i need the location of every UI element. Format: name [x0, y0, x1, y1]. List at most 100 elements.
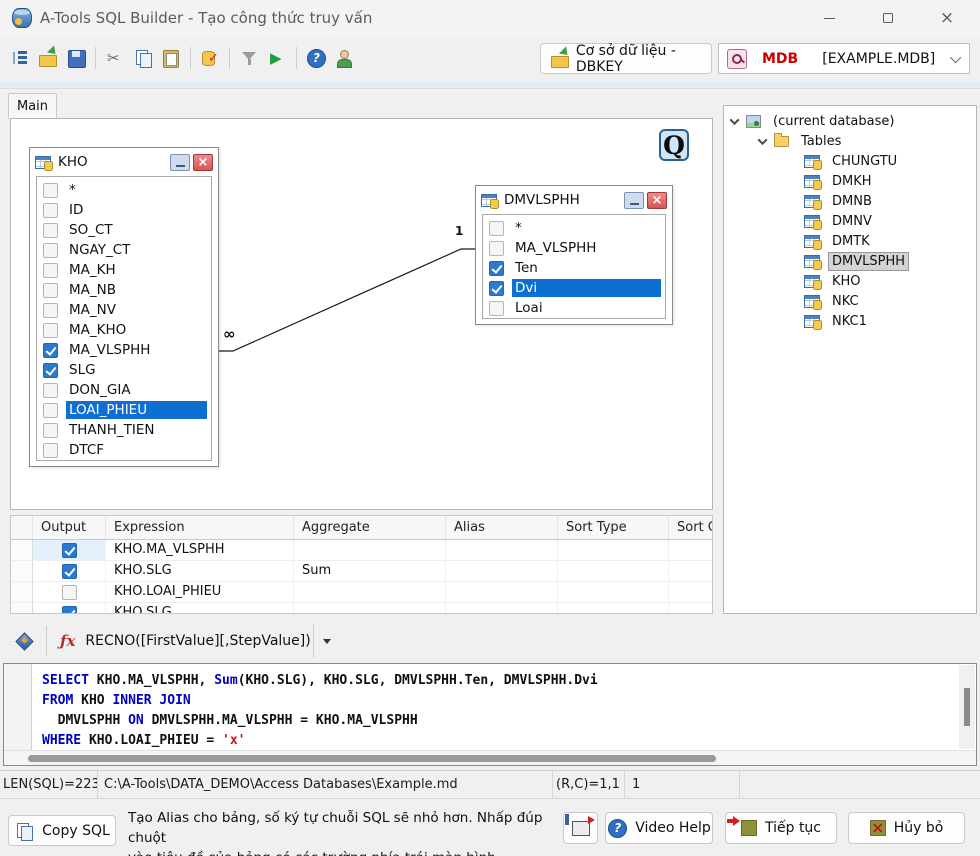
criteria-grid[interactable]: OutputExpressionAggregateAliasSort TypeS… — [10, 515, 713, 614]
table-window-minimize-button[interactable] — [624, 192, 644, 209]
field-row-ngayct[interactable]: NGAY_CT — [37, 240, 211, 260]
tree-item-nkc[interactable]: NKC — [724, 291, 976, 311]
grid-sort-type-cell[interactable] — [558, 582, 669, 602]
grid-aggregate-cell[interactable] — [294, 540, 446, 560]
field-checkbox-loaiphieu[interactable] — [43, 403, 58, 418]
grid-row-1[interactable]: KHO.MA_VLSPHH — [11, 540, 712, 561]
video-help-button[interactable]: Video Help — [605, 812, 713, 844]
field-row-id[interactable]: ID — [37, 200, 211, 220]
grid-sort-type-cell[interactable] — [558, 561, 669, 581]
grid-row-4[interactable]: KHO.SLG — [11, 603, 712, 614]
field-row-star[interactable]: * — [483, 218, 665, 238]
field-row-dvi[interactable]: Dvi — [483, 278, 665, 298]
field-checkbox-manv[interactable] — [43, 303, 58, 318]
scrollbar-thumb[interactable] — [964, 688, 970, 726]
tab-main[interactable]: Main — [8, 93, 57, 119]
paste-button[interactable] — [157, 44, 185, 72]
run-button[interactable] — [263, 44, 291, 72]
field-checkbox-id[interactable] — [43, 203, 58, 218]
support-button[interactable] — [330, 44, 358, 72]
field-row-mavlsphh[interactable]: MA_VLSPHH — [483, 238, 665, 258]
field-row-soct[interactable]: SO_CT — [37, 220, 211, 240]
table-window-minimize-button[interactable] — [170, 154, 190, 171]
field-checkbox-dvi[interactable] — [489, 281, 504, 296]
clear-button[interactable] — [235, 44, 263, 72]
continue-button[interactable]: Tiếp tục — [725, 812, 837, 844]
field-checkbox-soct[interactable] — [43, 223, 58, 238]
field-checkbox-star[interactable] — [489, 221, 504, 236]
sql-vertical-scrollbar[interactable] — [959, 665, 975, 749]
grid-alias-cell[interactable] — [446, 540, 558, 560]
grid-aggregate-cell[interactable] — [294, 582, 446, 602]
field-checkbox-star[interactable] — [43, 183, 58, 198]
grid-row-selector[interactable] — [11, 603, 33, 614]
field-checkbox-mavlsphh[interactable] — [43, 343, 58, 358]
grid-sort-c-cell[interactable] — [669, 603, 712, 614]
tree-item-kho[interactable]: KHO — [724, 271, 976, 291]
grid-sort-type-cell[interactable] — [558, 540, 669, 560]
grid-sort-type-cell[interactable] — [558, 603, 669, 614]
field-row-dongia[interactable]: DON_GIA — [37, 380, 211, 400]
tree-root[interactable]: (current database) — [724, 111, 976, 131]
tree-item-chungtu[interactable]: CHUNGTU — [724, 151, 976, 171]
tree-item-dmvlsphh[interactable]: DMVLSPHH — [724, 251, 976, 271]
grid-row-2[interactable]: KHO.SLGSum — [11, 561, 712, 582]
field-row-makh[interactable]: MA_KH — [37, 260, 211, 280]
grid-row-selector[interactable] — [11, 582, 33, 602]
grid-alias-cell[interactable] — [446, 603, 558, 614]
form-preview-button[interactable] — [563, 812, 598, 844]
grid-sort-c-cell[interactable] — [669, 561, 712, 581]
field-row-ten[interactable]: Ten — [483, 258, 665, 278]
grid-output-cell[interactable] — [33, 603, 106, 614]
database-tree-panel[interactable]: (current database) Tables CHUNGTUDMKHDMN… — [723, 105, 977, 614]
field-checkbox-loai[interactable] — [489, 301, 504, 316]
dropdown-arrow-icon[interactable] — [323, 639, 331, 644]
field-checkbox-thanhtien[interactable] — [43, 423, 58, 438]
grid-header-sort-c[interactable]: Sort C — [669, 516, 712, 539]
table-window-close-button[interactable] — [647, 192, 667, 209]
grid-alias-cell[interactable] — [446, 582, 558, 602]
query-designer-canvas[interactable]: ∞ 1 Q KHO *IDSO_CTNGAY_CTMA_KHMA_NBMA_NV… — [10, 118, 713, 510]
tree-item-dmnb[interactable]: DMNB — [724, 191, 976, 211]
scrollbar-thumb[interactable] — [28, 755, 716, 762]
open-button[interactable] — [34, 44, 62, 72]
output-checkbox[interactable] — [62, 606, 77, 614]
field-row-makho[interactable]: MA_KHO — [37, 320, 211, 340]
maximize-button[interactable] — [865, 2, 911, 34]
field-row-star[interactable]: * — [37, 180, 211, 200]
copy-sql-button[interactable]: Copy SQL — [8, 815, 116, 846]
table-window-kho[interactable]: KHO *IDSO_CTNGAY_CTMA_KHMA_NBMA_NVMA_KHO… — [29, 147, 219, 467]
table-window-dmvlsphh[interactable]: DMVLSPHH *MA_VLSPHHTenDviLoai — [475, 185, 673, 325]
table-window-close-button[interactable] — [193, 154, 213, 171]
minimize-button[interactable] — [806, 2, 852, 34]
field-checkbox-ngayct[interactable] — [43, 243, 58, 258]
field-row-manb[interactable]: MA_NB — [37, 280, 211, 300]
tree-item-nkc1[interactable]: NKC1 — [724, 311, 976, 331]
insert-function-button[interactable] — [8, 626, 40, 656]
chevron-down-icon[interactable] — [730, 115, 740, 125]
save-button[interactable] — [62, 44, 90, 72]
field-checkbox-mavlsphh[interactable] — [489, 241, 504, 256]
field-row-loaiphieu[interactable]: LOAI_PHIEU — [37, 400, 211, 420]
sql-horizontal-scrollbar[interactable] — [4, 750, 976, 765]
output-checkbox[interactable] — [62, 585, 77, 600]
grid-expression-cell[interactable]: KHO.MA_VLSPHH — [106, 540, 294, 560]
tree-node-tables[interactable]: Tables — [724, 131, 976, 151]
field-row-manv[interactable]: MA_NV — [37, 300, 211, 320]
field-row-mavlsphh[interactable]: MA_VLSPHH — [37, 340, 211, 360]
grid-row-selector[interactable] — [11, 540, 33, 560]
grid-output-cell[interactable] — [33, 561, 106, 581]
grid-header-alias[interactable]: Alias — [446, 516, 558, 539]
help-button[interactable] — [302, 44, 330, 72]
output-checkbox[interactable] — [62, 543, 77, 558]
field-checkbox-makh[interactable] — [43, 263, 58, 278]
tree-item-dmkh[interactable]: DMKH — [724, 171, 976, 191]
field-row-dtcf[interactable]: DTCF — [37, 440, 211, 460]
field-checkbox-makho[interactable] — [43, 323, 58, 338]
check-sql-button[interactable] — [196, 44, 224, 72]
close-button[interactable]: × — [924, 2, 970, 34]
copy-button[interactable] — [129, 44, 157, 72]
field-checkbox-ten[interactable] — [489, 261, 504, 276]
table-window-kho-titlebar[interactable]: KHO — [30, 148, 218, 176]
field-checkbox-dongia[interactable] — [43, 383, 58, 398]
